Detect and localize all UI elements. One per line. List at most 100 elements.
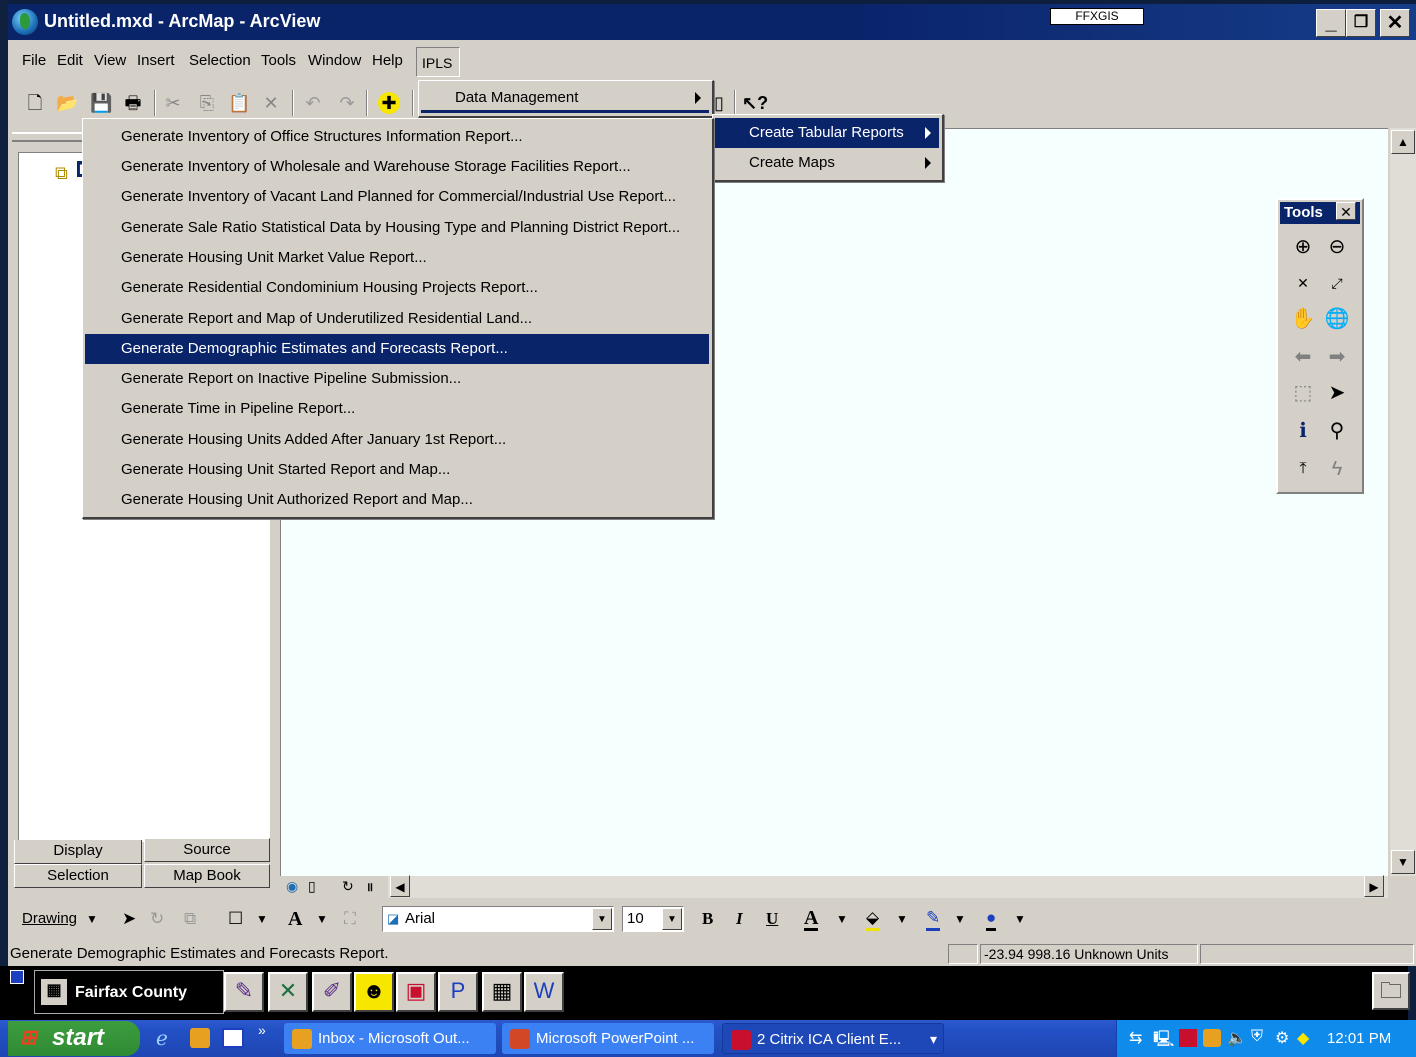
menu-item-report[interactable]: Generate Housing Unit Authorized Report …: [85, 485, 709, 515]
menu-item-report[interactable]: Generate Housing Units Added After Janua…: [85, 425, 709, 455]
identify-icon[interactable]: ℹ: [1290, 418, 1316, 444]
menu-item-report[interactable]: Generate Time in Pipeline Report...: [85, 394, 709, 424]
app-draw-icon[interactable]: ✐: [312, 972, 352, 1012]
app-notes-icon[interactable]: ☻: [354, 972, 394, 1012]
font-size-select[interactable]: 10 ▼: [622, 906, 684, 932]
rotate-icon[interactable]: ↻: [150, 908, 164, 930]
redo-icon[interactable]: ↷: [336, 92, 358, 114]
task-powerpoint[interactable]: Microsoft PowerPoint ...: [502, 1023, 714, 1054]
scroll-up-icon[interactable]: ▲: [1391, 130, 1415, 154]
menu-item-report[interactable]: Generate Residential Condominium Housing…: [85, 273, 709, 303]
quicklaunch-chevron[interactable]: »: [258, 1022, 266, 1038]
menu-item-report[interactable]: Generate Sale Ratio Statistical Data by …: [85, 213, 709, 243]
edit-vertices-icon[interactable]: ⛶: [344, 908, 356, 930]
underline-button[interactable]: U: [766, 908, 778, 930]
menu-window[interactable]: Window: [308, 52, 361, 69]
font-size-dropdown-icon[interactable]: ▼: [662, 908, 682, 930]
menu-item-report[interactable]: Generate Report and Map of Underutilized…: [85, 304, 709, 334]
menu-file[interactable]: File: [22, 52, 46, 69]
scroll-down-icon[interactable]: ▼: [1391, 850, 1415, 874]
outlook-tray-icon[interactable]: [1203, 1029, 1221, 1047]
publisher-icon[interactable]: P: [438, 972, 478, 1012]
excel-icon[interactable]: ✕: [268, 972, 308, 1012]
forward-extent-icon[interactable]: ➡: [1324, 344, 1350, 370]
save-icon[interactable]: 💾: [90, 92, 112, 114]
font-color-dropdown-icon[interactable]: ▼: [836, 908, 848, 930]
paste-icon[interactable]: 📋: [228, 92, 250, 114]
folder-icon[interactable]: 🗀: [1372, 972, 1410, 1010]
start-button[interactable]: ⊞ start: [8, 1021, 140, 1056]
fill-color-icon[interactable]: ⬙: [866, 908, 880, 931]
task-group-dropdown-icon[interactable]: ▾: [930, 1024, 937, 1053]
word-icon[interactable]: W: [524, 972, 564, 1012]
select-elements-arrow-icon[interactable]: ➤: [1324, 380, 1350, 406]
menu-tools[interactable]: Tools: [261, 52, 296, 69]
menu-selection[interactable]: Selection: [189, 52, 251, 69]
fill-color-dropdown-icon[interactable]: ▼: [896, 908, 908, 930]
internet-explorer-icon[interactable]: ℯ: [156, 1026, 168, 1051]
layout-view-page-icon[interactable]: ▯: [308, 878, 326, 896]
italic-button[interactable]: I: [736, 908, 743, 930]
show-desktop-icon[interactable]: [222, 1028, 244, 1048]
citrix-folder[interactable]: ▦ Fairfax County: [34, 970, 224, 1014]
menu-item-create-maps[interactable]: Create Maps: [715, 148, 939, 178]
measure-icon[interactable]: ⤒: [1290, 456, 1316, 482]
menu-insert[interactable]: Insert: [137, 52, 175, 69]
minimize-button[interactable]: _: [1316, 9, 1346, 37]
select-features-icon[interactable]: ⬚: [1290, 380, 1316, 406]
drawing-menu[interactable]: Drawing: [22, 908, 77, 930]
layers-icon[interactable]: ⧉: [55, 163, 77, 183]
rectangle-icon[interactable]: ☐: [228, 908, 243, 930]
menu-item-report[interactable]: Generate Inventory of Wholesale and Ware…: [85, 152, 709, 182]
text-dropdown-icon[interactable]: ▼: [316, 908, 328, 930]
calculator-icon[interactable]: ▦: [482, 972, 522, 1012]
whats-this-help-icon[interactable]: ↖?: [742, 92, 768, 114]
menu-item-report[interactable]: Generate Report on Inactive Pipeline Sub…: [85, 364, 709, 394]
font-name-dropdown-icon[interactable]: ▼: [592, 908, 612, 930]
menu-item-report[interactable]: Generate Housing Unit Started Report and…: [85, 455, 709, 485]
menu-item-create-tabular-reports[interactable]: Create Tabular Reports: [715, 118, 939, 148]
scroll-right-icon[interactable]: ▶: [1364, 875, 1384, 897]
notification-icon[interactable]: ◆: [1297, 1028, 1309, 1048]
security-icon[interactable]: ⛨: [1251, 1028, 1263, 1046]
connection-icon[interactable]: ⚙: [1275, 1028, 1289, 1048]
font-name-select[interactable]: ◪ Arial ▼: [382, 906, 614, 932]
marker-color-icon[interactable]: ●: [986, 908, 997, 931]
rectangle-dropdown-icon[interactable]: ▼: [256, 908, 268, 930]
title-bar[interactable]: Untitled.mxd - ArcMap - ArcView FFXGIS _…: [8, 4, 1416, 40]
zoom-whole-page-icon[interactable]: ⧉: [184, 908, 196, 930]
scroll-left-icon[interactable]: ◀: [390, 875, 410, 897]
menu-item-report[interactable]: Generate Housing Unit Market Value Repor…: [85, 243, 709, 273]
back-extent-icon[interactable]: ⬅: [1290, 344, 1316, 370]
tab-selection[interactable]: Selection: [14, 864, 142, 888]
monitor-icon[interactable]: 🖳: [1153, 1028, 1174, 1055]
data-view-icon[interactable]: ◉: [286, 878, 304, 896]
menu-ipls[interactable]: IPLS: [416, 47, 460, 77]
close-button[interactable]: ✕: [1380, 9, 1410, 37]
full-extent-globe-icon[interactable]: 🌐: [1324, 306, 1350, 332]
fixed-zoom-out-icon[interactable]: ⤢: [1324, 270, 1350, 296]
task-outlook-inbox[interactable]: Inbox - Microsoft Out...: [284, 1023, 496, 1054]
delete-icon[interactable]: ✕: [260, 92, 282, 114]
font-color-icon[interactable]: A: [804, 908, 819, 931]
access-icon[interactable]: ▣: [396, 972, 436, 1012]
app-pen-icon[interactable]: ✎: [224, 972, 264, 1012]
drawing-dropdown-icon[interactable]: ▼: [86, 908, 98, 930]
hyperlink-bolt-icon[interactable]: ϟ: [1324, 456, 1350, 482]
marker-color-dropdown-icon[interactable]: ▼: [1014, 908, 1026, 930]
task-citrix-group[interactable]: 2 Citrix ICA Client E... ▾: [722, 1023, 944, 1054]
zoom-in-icon[interactable]: ⊕: [1290, 234, 1316, 260]
pause-drawing-icon[interactable]: ॥: [366, 878, 384, 896]
new-document-icon[interactable]: 🗋: [24, 92, 46, 114]
tab-display[interactable]: Display: [14, 840, 142, 864]
menu-item-report[interactable]: Generate Inventory of Vacant Land Planne…: [85, 182, 709, 212]
citrix-menu-icon[interactable]: [10, 970, 24, 984]
menu-edit[interactable]: Edit: [57, 52, 83, 69]
line-color-icon[interactable]: ✎: [926, 908, 941, 931]
copy-icon[interactable]: ⎘: [196, 92, 218, 114]
bold-button[interactable]: B: [702, 908, 713, 930]
refresh-icon[interactable]: ↻: [342, 878, 360, 896]
new-text-icon[interactable]: A: [288, 908, 302, 930]
menu-item-report-highlighted[interactable]: Generate Demographic Estimates and Forec…: [85, 334, 709, 364]
tab-source[interactable]: Source: [144, 838, 270, 862]
